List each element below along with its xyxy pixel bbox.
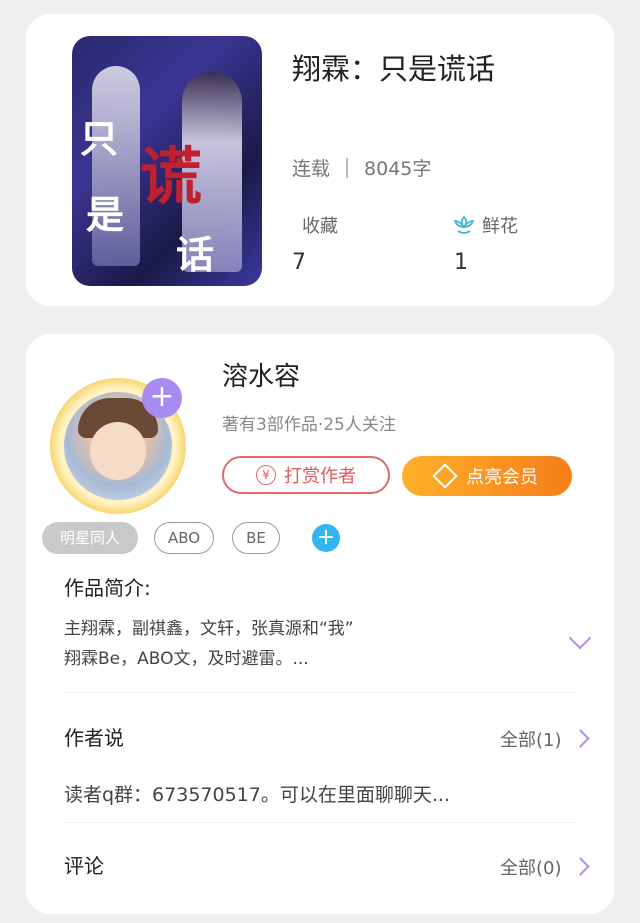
vip-button[interactable]: 点亮会员 xyxy=(402,456,572,496)
comments-title: 评论 xyxy=(64,854,104,878)
avatar-face xyxy=(90,422,146,480)
author-says-more-link[interactable]: 全部(1) xyxy=(500,726,562,752)
favorites-count: 7 xyxy=(292,250,306,275)
book-status: 连载 xyxy=(292,158,331,180)
author-name[interactable]: 溶水容 xyxy=(222,356,300,393)
chevron-right-icon[interactable] xyxy=(571,729,590,748)
comments-more-link[interactable]: 全部(0) xyxy=(500,854,562,880)
book-cover[interactable]: 只 是 谎 话 xyxy=(72,36,262,286)
flowers-label: 鲜花 xyxy=(482,216,518,237)
intro-title: 作品简介: xyxy=(64,576,151,600)
chevron-right-icon[interactable] xyxy=(571,857,590,876)
diamond-icon xyxy=(432,463,458,489)
book-title: 翔霖：只是谎话 xyxy=(292,52,496,86)
tag-chip[interactable]: ABO xyxy=(154,522,214,554)
intro-line: 主翔霖，副祺鑫，文轩，张真源和“我” xyxy=(64,619,354,639)
tip-author-button[interactable]: ¥ 打赏作者 xyxy=(222,456,390,494)
author-says-title: 作者说 xyxy=(64,726,124,750)
intro-line: 翔霖Be，ABO文，及时避雷。... xyxy=(64,649,309,669)
chevron-down-icon[interactable] xyxy=(568,626,592,650)
cover-char: 话 xyxy=(176,232,215,277)
tag-chip[interactable]: BE xyxy=(232,522,280,554)
cover-char: 只 xyxy=(80,116,119,161)
divider xyxy=(64,692,576,693)
author-says-text[interactable]: 读者q群：673570517。可以在里面聊聊天... xyxy=(64,780,450,807)
tip-author-label: 打赏作者 xyxy=(284,466,356,487)
favorites-label: 收藏 xyxy=(302,216,338,237)
meta-divider xyxy=(346,157,349,178)
word-count: 8045字 xyxy=(364,158,432,180)
flower-icon xyxy=(452,214,476,236)
author-stats: 著有3部作品·25人关注 xyxy=(222,415,396,435)
author-info-card: + 溶水容 著有3部作品·25人关注 ¥ 打赏作者 点亮会员 明星同人 ABO … xyxy=(26,334,614,914)
flowers-stat[interactable]: 鲜花 xyxy=(452,212,518,238)
vip-button-label: 点亮会员 xyxy=(466,467,538,488)
book-info-card: 只 是 谎 话 翔霖：只是谎话 连载 8045字 收藏 7 鲜花 1 xyxy=(26,14,614,306)
intro-text[interactable]: 主翔霖，副祺鑫，文轩，张真源和“我” 翔霖Be，ABO文，及时避雷。... xyxy=(64,614,354,674)
flowers-count: 1 xyxy=(454,250,468,275)
yen-icon: ¥ xyxy=(256,465,276,485)
book-meta: 连载 8045字 xyxy=(292,154,431,181)
tag-chip[interactable]: 明星同人 xyxy=(42,522,138,554)
add-tag-button[interactable]: + xyxy=(312,524,340,552)
cover-char: 是 xyxy=(86,192,125,237)
cover-char: 谎 xyxy=(140,140,203,213)
follow-author-button[interactable]: + xyxy=(142,378,182,418)
divider xyxy=(64,822,576,823)
